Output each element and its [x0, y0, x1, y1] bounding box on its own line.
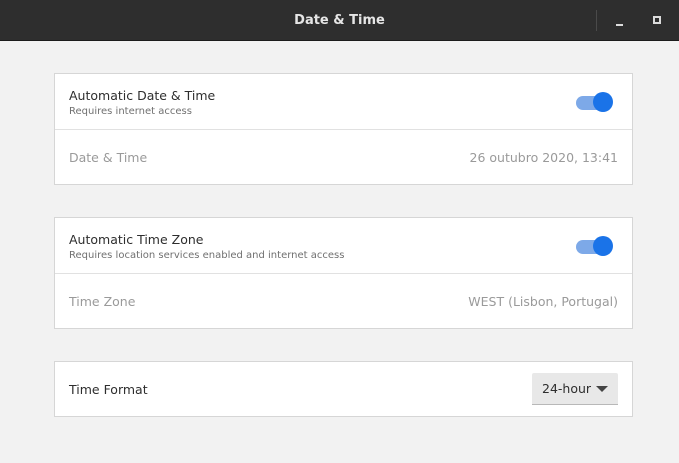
time-zone-label: Time Zone	[69, 294, 136, 309]
date-time-label: Date & Time	[69, 150, 148, 165]
chevron-down-icon	[596, 386, 608, 392]
date-time-value: 26 outubro 2020, 13:41	[469, 150, 618, 165]
minimize-icon	[616, 24, 623, 26]
date-time-card: Automatic Date & Time Requires internet …	[54, 73, 633, 185]
time-zone-row[interactable]: Time Zone WEST (Lisbon, Portugal)	[55, 273, 632, 328]
automatic-time-zone-switch[interactable]	[576, 235, 614, 257]
title-bar-separator	[596, 10, 597, 31]
time-format-row: Time Format 24-hour	[55, 362, 632, 417]
switch-knob	[593, 92, 613, 112]
time-zone-card: Automatic Time Zone Requires location se…	[54, 217, 633, 329]
time-format-selected: 24-hour	[542, 381, 592, 396]
automatic-time-zone-label: Automatic Time Zone	[69, 232, 204, 247]
time-zone-value: WEST (Lisbon, Portugal)	[468, 294, 618, 309]
time-format-card: Time Format 24-hour	[54, 361, 633, 417]
automatic-time-zone-row: Automatic Time Zone Requires location se…	[55, 218, 632, 273]
window-title: Date & Time	[294, 13, 385, 28]
switch-knob	[593, 236, 613, 256]
time-format-label: Time Format	[69, 382, 148, 397]
automatic-date-time-label: Automatic Date & Time	[69, 88, 216, 103]
minimize-button[interactable]	[607, 8, 631, 32]
title-bar[interactable]: Date & Time	[0, 0, 679, 41]
automatic-date-time-row: Automatic Date & Time Requires internet …	[55, 74, 632, 129]
automatic-date-time-sublabel: Requires internet access	[69, 106, 192, 117]
date-time-row[interactable]: Date & Time 26 outubro 2020, 13:41	[55, 129, 632, 184]
time-format-dropdown[interactable]: 24-hour	[532, 373, 618, 405]
maximize-icon	[653, 16, 661, 24]
automatic-time-zone-sublabel: Requires location services enabled and i…	[69, 250, 345, 261]
automatic-date-time-switch[interactable]	[576, 91, 614, 113]
maximize-button[interactable]	[645, 8, 669, 32]
